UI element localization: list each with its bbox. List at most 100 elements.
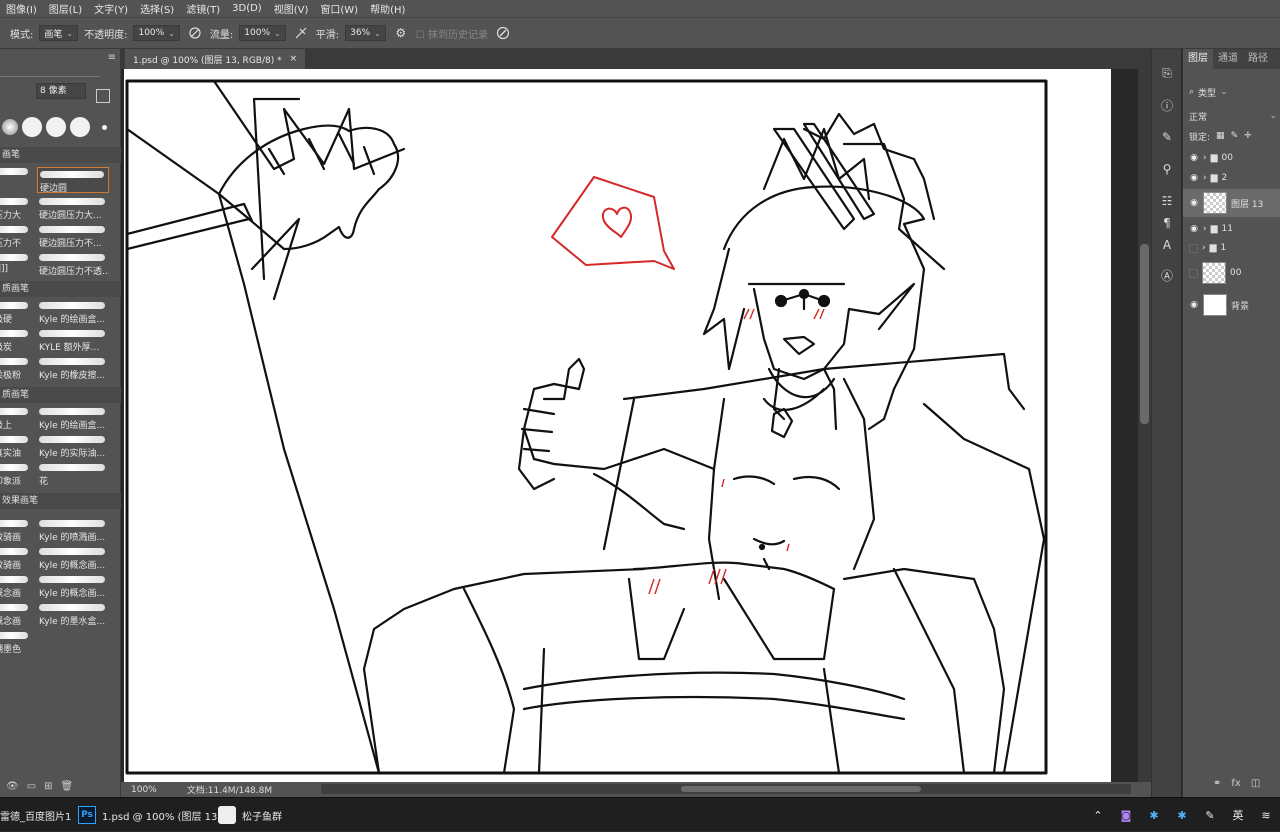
eye-icon[interactable]: ◉: [1189, 300, 1199, 310]
menu-image[interactable]: 图像(I): [0, 1, 43, 16]
brush-item[interactable]: 硬边圆压力大...: [37, 195, 109, 221]
fx-icon[interactable]: fx: [1231, 778, 1240, 789]
chevron-up-icon[interactable]: ⌃: [1090, 809, 1106, 822]
brush-item[interactable]: [0, 165, 32, 191]
vertical-scrollbar[interactable]: [1138, 69, 1151, 782]
canvas-area[interactable]: [121, 69, 1138, 782]
brush-item[interactable]: 极炭: [0, 327, 32, 353]
layer-row[interactable]: ◉ › ▆ 2: [1183, 169, 1280, 187]
text-style-icon[interactable]: Ⓐ: [1157, 265, 1177, 285]
eye-icon[interactable]: ◉: [1189, 173, 1199, 183]
brush-item[interactable]: 柔极粉: [0, 355, 32, 381]
chevron-right-icon[interactable]: ›: [1203, 173, 1207, 183]
menu-view[interactable]: 视图(V): [268, 1, 315, 16]
close-icon[interactable]: ×: [290, 54, 298, 64]
app-tray-icon[interactable]: ✱: [1174, 809, 1190, 822]
brush-item[interactable]: KYLE 额外厚...: [37, 327, 109, 353]
menu-layer[interactable]: 图层(L): [43, 1, 88, 16]
layer-row[interactable]: › ▆ 1: [1183, 239, 1280, 257]
eye-icon[interactable]: ◉: [1189, 153, 1199, 163]
brush-item-selected[interactable]: 硬边圆: [37, 167, 109, 193]
taskbar-item-photoshop[interactable]: Ps 1.psd @ 100% (图层 13, f: [78, 798, 227, 832]
pen-icon[interactable]: ✎: [1202, 809, 1218, 822]
flow-dropdown[interactable]: 100% ⌄: [239, 25, 286, 41]
lock-paint-icon[interactable]: ✎: [1231, 131, 1239, 141]
toggle-view-icon[interactable]: 👁: [6, 781, 19, 792]
brush-item[interactable]: 效骑画: [0, 517, 32, 543]
brush-group[interactable]: 质画笔: [0, 281, 121, 297]
clone-source-icon[interactable]: ⚲: [1157, 159, 1177, 179]
pressure-opacity-icon[interactable]: [186, 24, 204, 42]
smoothing-dropdown[interactable]: 36% ⌄: [345, 25, 386, 41]
new-group-icon[interactable]: ▭: [27, 781, 36, 792]
brush-group[interactable]: 画笔: [0, 147, 121, 163]
trash-icon[interactable]: 🗑: [61, 781, 74, 792]
menu-type[interactable]: 文字(Y): [88, 1, 134, 16]
brush-item[interactable]: Kyle 的墨水盒...: [37, 601, 109, 627]
new-brush-icon[interactable]: [96, 89, 110, 103]
layer-row[interactable]: ◉ 背景: [1183, 291, 1280, 319]
chevron-right-icon[interactable]: ›: [1202, 243, 1206, 253]
horizontal-scrollbar[interactable]: [321, 784, 1131, 794]
brush-settings-icon[interactable]: ✎: [1157, 127, 1177, 147]
tab-channels[interactable]: 通道: [1213, 49, 1243, 69]
layer-filter[interactable]: ⌕ 类型 ⌄: [1183, 83, 1280, 101]
brush-item[interactable]: 硬边圆压力不透...: [37, 251, 109, 277]
layer-row[interactable]: ◉ › ▆ 00: [1183, 149, 1280, 167]
tab-paths[interactable]: 路径: [1243, 49, 1273, 69]
erase-history-checkbox[interactable]: ☐ 抹到历史记录: [416, 26, 488, 41]
ime-indicator[interactable]: 英: [1230, 807, 1246, 823]
history-icon[interactable]: ⎘: [1157, 63, 1177, 83]
menu-help[interactable]: 帮助(H): [364, 1, 411, 16]
mode-dropdown[interactable]: 画笔 ⌄: [39, 25, 79, 41]
brush-item[interactable]: 压力大: [0, 195, 32, 221]
brush-item[interactable]: 效骑画: [0, 545, 32, 571]
document-tab[interactable]: 1.psd @ 100% (图层 13, RGB/8) * ×: [125, 49, 306, 69]
hard-tip[interactable]: [22, 117, 42, 137]
brush-item[interactable]: Kyle 的绘画盒...: [37, 299, 109, 325]
character-icon[interactable]: A: [1157, 235, 1177, 255]
brush-item[interactable]: 极上: [0, 405, 32, 431]
eye-icon[interactable]: ◉: [1189, 198, 1199, 208]
airbrush-icon[interactable]: [292, 24, 310, 42]
brush-item[interactable]: 概念画: [0, 573, 32, 599]
vertical-scroll-thumb[interactable]: [1140, 244, 1149, 424]
brush-item[interactable]: Kyle 的橡皮擦...: [37, 355, 109, 381]
menu-select[interactable]: 选择(S): [134, 1, 180, 16]
brush-item[interactable]: Kyle 的喷溅画...: [37, 517, 109, 543]
brush-group[interactable]: 质画笔: [0, 387, 121, 403]
menu-window[interactable]: 窗口(W): [314, 1, 364, 16]
visibility-toggle[interactable]: [1189, 243, 1198, 253]
visibility-toggle[interactable]: [1189, 268, 1198, 278]
app-tray-icon[interactable]: ◙: [1118, 809, 1134, 822]
layer-row[interactable]: ◉ › ▆ 11: [1183, 220, 1280, 238]
layer-row[interactable]: 00: [1183, 259, 1280, 287]
brush-item[interactable]: Kyle 的绘画盒...: [37, 405, 109, 431]
brush-item[interactable]: 花: [37, 461, 109, 487]
lock-transparent-icon[interactable]: ▦: [1216, 131, 1225, 141]
layer-row-selected[interactable]: ◉ 图层 13: [1183, 189, 1280, 217]
brush-size-field[interactable]: 8 像素: [36, 83, 86, 99]
chevron-right-icon[interactable]: ›: [1203, 224, 1207, 234]
artboard[interactable]: [124, 69, 1111, 782]
brush-item[interactable]: 概念画: [0, 601, 32, 627]
hard-tip[interactable]: [46, 117, 66, 137]
taskbar-item[interactable]: 雷德_百度图片1: [0, 798, 71, 832]
small-tip[interactable]: [102, 124, 107, 130]
chevron-right-icon[interactable]: ›: [1203, 153, 1207, 163]
info-icon[interactable]: ⓘ: [1157, 95, 1177, 115]
hard-tip[interactable]: [70, 117, 90, 137]
menu-3d[interactable]: 3D(D): [226, 3, 268, 14]
tab-layers[interactable]: 图层: [1183, 49, 1213, 69]
taskbar-item[interactable]: 松子鱼群: [218, 798, 282, 832]
brush-item[interactable]: 真实油: [0, 433, 32, 459]
lock-position-icon[interactable]: ✛: [1244, 131, 1252, 141]
wifi-icon[interactable]: ≋: [1258, 809, 1274, 822]
eye-icon[interactable]: ◉: [1189, 224, 1199, 234]
opacity-dropdown[interactable]: 100% ⌄: [133, 25, 180, 41]
new-brush-icon[interactable]: ⊞: [44, 781, 52, 792]
brush-item[interactable]: Kyle 的概念画...: [37, 545, 109, 571]
paragraph-icon[interactable]: ¶: [1157, 213, 1177, 233]
horizontal-scroll-thumb[interactable]: [681, 786, 921, 792]
pressure-size-icon[interactable]: [494, 24, 512, 42]
